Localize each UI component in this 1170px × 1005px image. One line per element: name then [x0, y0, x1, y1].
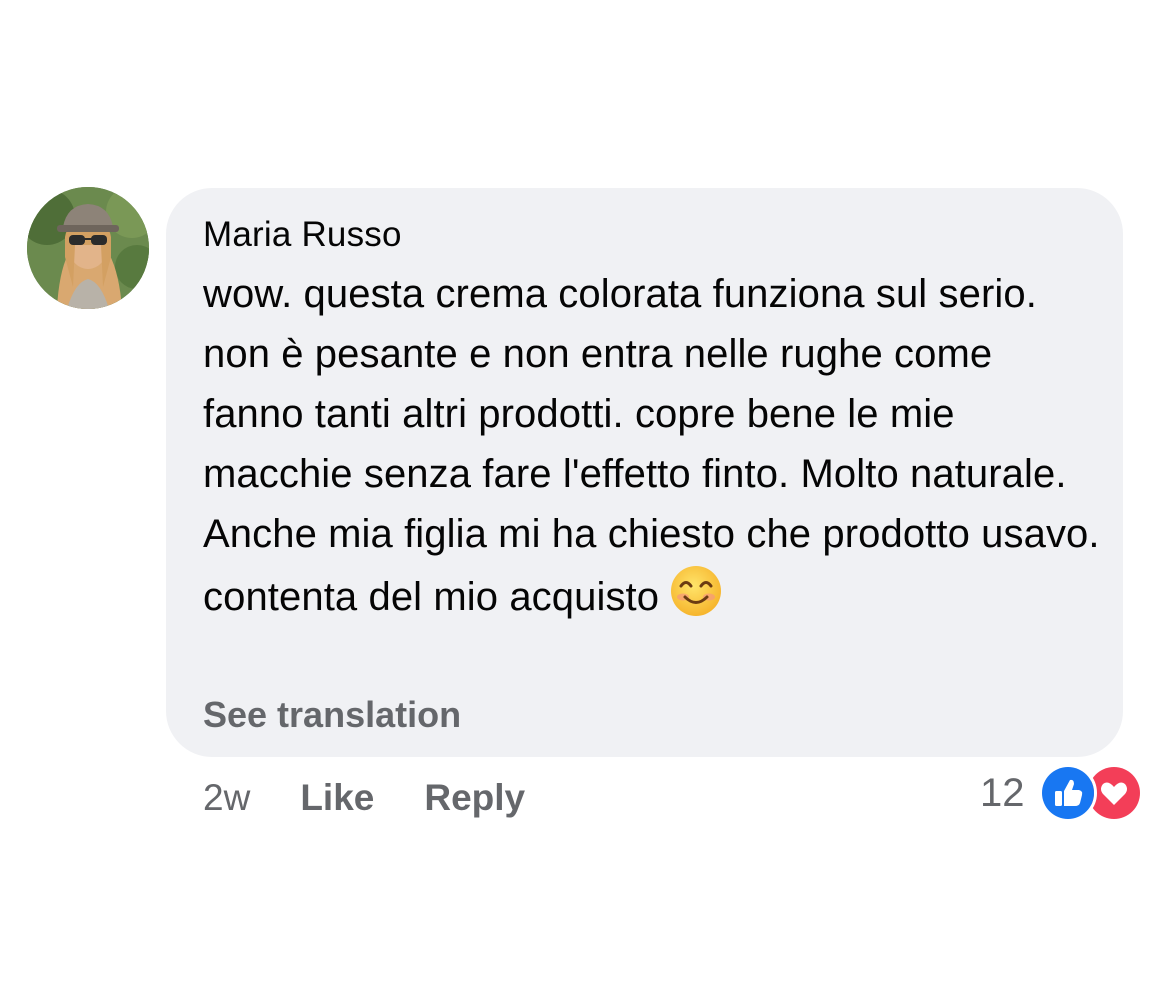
- comment-text: wow. questa crema colorata funziona sul …: [203, 264, 1103, 627]
- author-name[interactable]: Maria Russo: [203, 214, 1093, 256]
- avatar-image: [27, 187, 149, 309]
- comment-actions: 2w Like Reply: [203, 774, 575, 822]
- comment-bubble: Maria Russo wow. questa crema colorata f…: [166, 188, 1123, 757]
- avatar[interactable]: [27, 187, 149, 309]
- comment: Maria Russo wow. questa crema colorata f…: [0, 0, 1170, 1005]
- see-translation-link[interactable]: See translation: [203, 694, 461, 736]
- reactions-summary[interactable]: 12: [980, 764, 1143, 822]
- like-reaction-icon: [1038, 764, 1097, 822]
- smiling-face-icon: [669, 564, 723, 618]
- comment-timestamp[interactable]: 2w: [203, 777, 250, 819]
- reply-button[interactable]: Reply: [424, 777, 525, 819]
- comment-text-content: wow. questa crema colorata funziona sul …: [203, 272, 1100, 619]
- reaction-count: 12: [980, 770, 1025, 815]
- like-button[interactable]: Like: [300, 777, 374, 819]
